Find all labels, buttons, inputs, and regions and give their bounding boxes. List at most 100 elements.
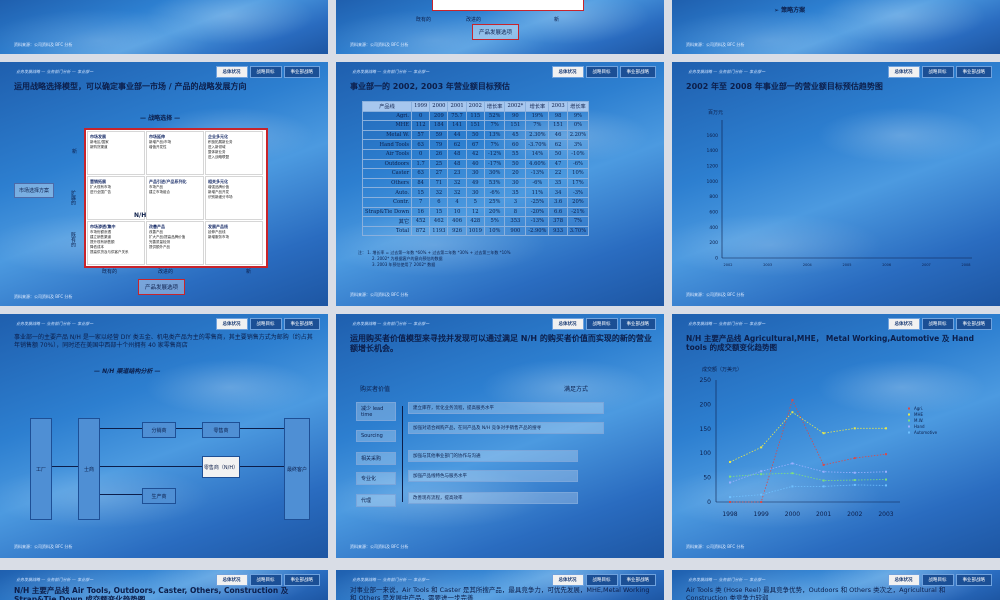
tab-strategy[interactable]: 事业部战略: [619, 574, 656, 586]
slide-12-partial: 业务发展战略 — 业务部门分析 — 事业部一 总体状况 战略目标 事业部战略 A…: [672, 570, 1000, 600]
tab-overview[interactable]: 总体状况: [215, 574, 248, 586]
trader-box: 士商: [78, 418, 100, 520]
table-cell: 2.20%: [566, 129, 590, 141]
table-cell: 3.70%: [566, 225, 590, 237]
tab-strategy[interactable]: 事业部战略: [283, 66, 320, 78]
table-cell: 9%: [566, 110, 590, 122]
table-cell: 7%: [525, 120, 550, 131]
tab-goals[interactable]: 战略目标: [249, 574, 282, 586]
legend-swatch: [908, 431, 910, 434]
tab-goals[interactable]: 战略目标: [921, 574, 954, 586]
y-tick-label: 150: [700, 426, 712, 433]
y-label-existing: 既有的: [70, 232, 76, 247]
footer-source: 资料来源：公司资料及 BFC 分析: [14, 294, 73, 299]
data-point: [822, 479, 825, 482]
slide-channel-structure: 业务发展战略 — 业务部门分析 — 事业部一 总体状况 战略目标 事业部战略 事…: [0, 314, 328, 558]
table-cell: 115: [465, 110, 485, 122]
table-cell: 55: [504, 148, 527, 160]
slide-title: 运用购买者价值模型来寻找并发现可以通过满足 N/H 的购买者价值而实现的新的营业…: [350, 334, 652, 353]
tab-overview[interactable]: 总体状况: [887, 574, 920, 586]
table-cell: 30: [465, 187, 485, 198]
tab-strategy[interactable]: 事业部战略: [619, 318, 656, 330]
tab-goals[interactable]: 战略目标: [249, 66, 282, 78]
table-row: 其它 452 462 406 428 5% 353 -13% 378 7%: [361, 216, 590, 227]
data-point: [760, 470, 763, 473]
data-point: [760, 501, 763, 503]
value-lead-time: 减少 lead time: [356, 402, 396, 421]
tab-goals[interactable]: 战略目标: [585, 574, 618, 586]
breadcrumb: 业务发展战略 — 业务部门分析 — 事业部一: [352, 577, 430, 582]
tab-strategy[interactable]: 事业部战略: [283, 574, 320, 586]
tab-overview[interactable]: 总体状况: [551, 574, 584, 586]
table-cell: Air Tools: [361, 148, 413, 160]
legend-swatch: [908, 413, 910, 416]
x-tick-label: 2007: [922, 263, 931, 267]
tab-overview[interactable]: 总体状况: [215, 66, 248, 78]
table-cell: 45: [504, 129, 527, 141]
table-cell: 184: [429, 120, 449, 131]
tab-overview[interactable]: 总体状况: [551, 318, 584, 330]
tab-goals[interactable]: 战略目标: [585, 318, 618, 330]
tab-strategy[interactable]: 事业部战略: [955, 574, 992, 586]
tab-goals[interactable]: 战略目标: [585, 66, 618, 78]
data-point: [791, 462, 794, 465]
table-row: Hand Tools 63 79 62 67 7% 60 -3.70% 62 3%: [361, 139, 590, 150]
table-cell: -21%: [566, 206, 590, 218]
strategy-cell-line: 进入战略联盟: [208, 155, 229, 159]
slide-trend-chart: 业务发展战略 — 业务部门分析 — 事业部一 总体状况 战略目标 事业部战略 2…: [672, 62, 1000, 306]
slide-tabs: 总体状况 战略目标 事业部战略: [551, 318, 656, 330]
y-tick-label: 800: [709, 194, 718, 200]
product-options-button[interactable]: 产品发展选项: [138, 279, 186, 295]
table-cell: 98: [548, 110, 568, 122]
table-cell: 42: [465, 148, 485, 160]
tab-strategy[interactable]: 事业部战略: [619, 66, 656, 78]
table-cell: 3%: [566, 139, 590, 150]
market-options-button[interactable]: 市场选择方案: [14, 183, 55, 198]
product-options-button[interactable]: 产品发展选项: [472, 24, 520, 40]
table-row: MHE 112 184 141 151 7% 151 7% 151 0%: [361, 120, 590, 131]
data-point: [885, 453, 887, 456]
table-cell: 19%: [525, 110, 550, 122]
tab-overview[interactable]: 总体状况: [215, 318, 248, 330]
column-header: 2000: [429, 101, 449, 112]
y-tick-label: 200: [700, 401, 712, 408]
sales-forecast-table: 产品线 1999 2000 2001 2002 增长率 2002* 增长率 2003 增长率 Ag…: [361, 101, 590, 237]
x-tick-label: 2002: [847, 511, 862, 518]
table-cell: 67: [465, 139, 485, 150]
slide-title: N/H 主要产品线 Air Tools, Outdoors, Caster, O…: [14, 586, 289, 600]
table-cell: 15: [411, 187, 431, 198]
footer-source: 资料来源：公司资料及 BFC 分析: [686, 292, 745, 297]
retailer-box: 零售商: [202, 422, 240, 438]
table-cell: 14%: [525, 148, 550, 160]
table-cell: 50: [465, 129, 485, 141]
table-cell: 141: [447, 120, 467, 131]
distributor-box: 分销商: [142, 422, 176, 438]
tab-overview[interactable]: 总体状况: [551, 66, 584, 78]
table-cell: -13%: [525, 168, 550, 179]
table-cell: 151: [504, 120, 527, 131]
tab-strategy[interactable]: 事业部战略: [283, 318, 320, 330]
x-tick-label: 1998: [722, 511, 737, 518]
table-cell: 3: [504, 196, 527, 208]
table-cell: 50: [504, 158, 527, 170]
x-label-improved: 改进的: [466, 17, 482, 23]
table-cell: 5: [465, 196, 485, 208]
table-cell: 52%: [483, 110, 506, 122]
table-cell: Others: [361, 177, 413, 189]
table-cell: 16: [411, 206, 431, 218]
x-label-new: 新: [554, 17, 560, 23]
legend-swatch: [908, 425, 910, 428]
y-tick-label: 200: [709, 240, 718, 246]
column-header: 增长率: [483, 101, 506, 112]
table-cell: 933: [548, 225, 568, 237]
data-point: [853, 457, 856, 460]
table-cell: 926: [447, 225, 467, 237]
tab-goals[interactable]: 战略目标: [249, 318, 282, 330]
slide-1-partial: 资料来源：公司资料及 BFC 分析: [0, 0, 328, 54]
table-cell: -17%: [483, 158, 506, 170]
x-label-existing: 既有的: [102, 269, 118, 275]
strategy-cell: 发展产品线 延伸产品线 新增服务市场: [205, 221, 263, 265]
table-cell: 34: [548, 187, 568, 198]
slide-text: Air Tools 类 (Hose Reel) 最具竞争优势，Outdoors …: [686, 586, 946, 600]
way-5: 改善现有流程，提高效率: [408, 492, 578, 504]
